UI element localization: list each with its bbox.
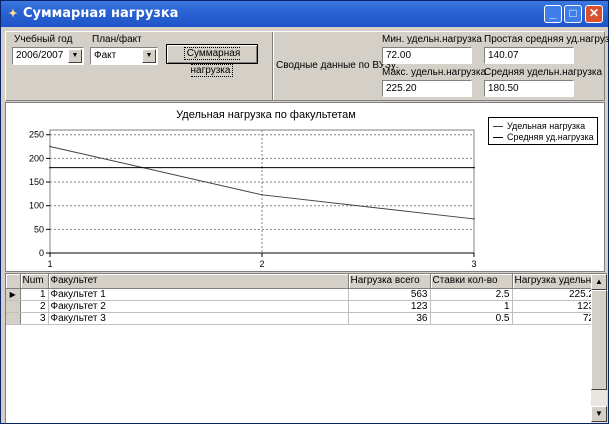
row-indicator-header bbox=[6, 274, 21, 289]
summary-button-label: Суммарная нагрузка bbox=[183, 47, 241, 77]
minimize-button[interactable]: _ bbox=[544, 5, 562, 23]
chart-legend: Удельная нагрузка Средняя уд.нагрузка bbox=[488, 117, 598, 145]
cell-specific[interactable]: 72 bbox=[512, 312, 597, 325]
cell-num[interactable]: 1 bbox=[20, 288, 49, 301]
scroll-up-icon[interactable]: ▲ bbox=[591, 274, 607, 290]
min-load-field[interactable]: 72.00 bbox=[382, 47, 472, 64]
cell-num[interactable]: 3 bbox=[20, 312, 49, 325]
close-button[interactable]: ✕ bbox=[585, 5, 603, 23]
year-label: Учебный год bbox=[14, 34, 73, 45]
cell-total[interactable]: 36 bbox=[348, 312, 431, 325]
main-window: ✦ Суммарная нагрузка _ □ ✕ Учебный год 2… bbox=[0, 0, 609, 424]
simple-avg-label: Простая средняя уд.нагрузка bbox=[484, 34, 609, 45]
chevron-down-icon[interactable]: ▼ bbox=[68, 49, 82, 63]
y-tick-label: 200 bbox=[29, 153, 44, 163]
row-indicator bbox=[6, 312, 21, 325]
column-header-specific[interactable]: Нагрузка удельн. bbox=[512, 274, 597, 289]
year-value: 2006/2007 bbox=[16, 50, 64, 61]
plan-value: Факт bbox=[94, 50, 117, 61]
data-point bbox=[473, 218, 475, 220]
plan-select[interactable]: Факт ▼ bbox=[90, 47, 158, 65]
column-header-total[interactable]: Нагрузка всего bbox=[348, 274, 431, 289]
y-tick-label: 150 bbox=[29, 177, 44, 187]
cell-num[interactable]: 2 bbox=[20, 300, 49, 313]
summary-caption: Сводные данные по ВУЗу: bbox=[276, 60, 399, 71]
window-title: Суммарная нагрузка bbox=[23, 6, 179, 21]
cell-total[interactable]: 563 bbox=[348, 288, 431, 301]
data-point bbox=[261, 194, 263, 196]
cell-rates[interactable]: 0.5 bbox=[430, 312, 513, 325]
app-icon: ✦ bbox=[8, 8, 18, 20]
divider bbox=[272, 32, 274, 100]
table-row[interactable]: 3 Факультет 3 36 0.5 72 bbox=[6, 312, 597, 325]
plan-label: План/факт bbox=[92, 34, 142, 45]
maximize-button[interactable]: □ bbox=[564, 5, 582, 23]
chevron-down-icon[interactable]: ▼ bbox=[142, 49, 156, 63]
column-header-faculty[interactable]: Факультет bbox=[48, 274, 349, 289]
max-load-field[interactable]: 225.20 bbox=[382, 80, 472, 97]
x-tick-label: 3 bbox=[471, 259, 476, 269]
summary-button[interactable]: Суммарная нагрузка bbox=[166, 44, 258, 77]
legend-item-0: Удельная нагрузка bbox=[493, 121, 585, 132]
scroll-thumb[interactable] bbox=[591, 290, 607, 390]
min-load-label: Мин. удельн.нагрузка bbox=[382, 34, 482, 45]
cell-faculty[interactable]: Факультет 1 bbox=[48, 288, 349, 301]
data-grid[interactable]: Num Факультет Нагрузка всего Ставки кол-… bbox=[5, 273, 607, 423]
data-point bbox=[49, 145, 51, 148]
data-point bbox=[49, 166, 51, 169]
data-point bbox=[261, 166, 263, 169]
chart-panel: Удельная нагрузка по факультетам 0 50 100 1… bbox=[5, 102, 605, 272]
avg-load-field[interactable]: 180.50 bbox=[484, 80, 574, 97]
column-header-num[interactable]: Num bbox=[20, 274, 49, 289]
current-row-icon: ▶ bbox=[6, 288, 21, 301]
y-tick-label: 0 bbox=[39, 248, 44, 258]
cell-rates[interactable]: 1 bbox=[430, 300, 513, 313]
cell-rates[interactable]: 2.5 bbox=[430, 288, 513, 301]
y-tick-label: 100 bbox=[29, 201, 44, 211]
table-row[interactable]: ▶ 1 Факультет 1 563 2.5 225.2 bbox=[6, 288, 597, 301]
y-tick-label: 250 bbox=[29, 130, 44, 140]
column-header-rates[interactable]: Ставки кол-во bbox=[430, 274, 513, 289]
vertical-scrollbar[interactable]: ▲ ▼ bbox=[591, 274, 607, 423]
max-load-label: Макс. удельн.нагрузка bbox=[382, 67, 487, 78]
cell-total[interactable]: 123 bbox=[348, 300, 431, 313]
row-indicator bbox=[6, 300, 21, 313]
x-tick-label: 2 bbox=[259, 259, 264, 269]
year-select[interactable]: 2006/2007 ▼ bbox=[12, 47, 84, 65]
cell-specific[interactable]: 123 bbox=[512, 300, 597, 313]
cell-specific[interactable]: 225.2 bbox=[512, 288, 597, 301]
cell-faculty[interactable]: Факультет 3 bbox=[48, 312, 349, 325]
data-point bbox=[473, 166, 475, 169]
simple-avg-field[interactable]: 140.07 bbox=[484, 47, 574, 64]
y-tick-label: 50 bbox=[34, 224, 44, 234]
cell-faculty[interactable]: Факультет 2 bbox=[48, 300, 349, 313]
avg-load-label: Средняя удельн.нагрузка bbox=[484, 67, 603, 78]
title-bar[interactable]: ✦ Суммарная нагрузка _ □ ✕ bbox=[1, 1, 608, 27]
filter-panel: Учебный год 2006/2007 ▼ План/факт Факт ▼… bbox=[5, 31, 609, 101]
x-tick-label: 1 bbox=[47, 259, 52, 269]
scroll-down-icon[interactable]: ▼ bbox=[591, 406, 607, 422]
legend-item-1: Средняя уд.нагрузка bbox=[493, 132, 594, 143]
table-row[interactable]: 2 Факультет 2 123 1 123 bbox=[6, 300, 597, 313]
